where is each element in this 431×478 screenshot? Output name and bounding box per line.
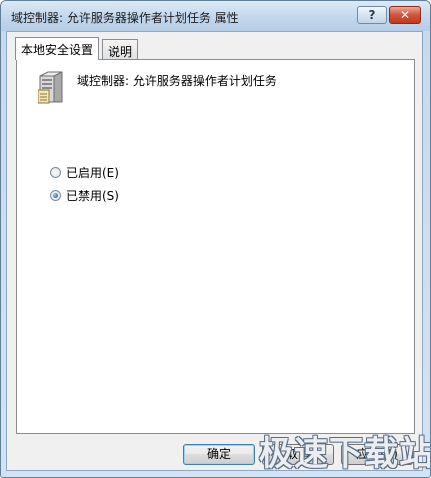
enabled-option[interactable]: 已启用(E): [50, 164, 119, 180]
tab-panel: 域控制器: 允许服务器操作者计划任务 已启用(E) 已禁用(S): [16, 59, 415, 434]
dialog-body: 本地安全设置 说明 域控制器: 允许服务器操作者计划任务 已启用(E) 已禁用(…: [6, 31, 423, 471]
enabled-label: 已启用(E): [66, 165, 119, 180]
disabled-option[interactable]: 已禁用(S): [50, 187, 119, 203]
title-bar[interactable]: 域控制器: 允许服务器操作者计划任务 属性 ? ✕: [1, 1, 430, 31]
ok-button[interactable]: 确定: [183, 444, 255, 465]
watermark-logo: 极速下载站: [259, 434, 431, 474]
properties-dialog: 域控制器: 允许服务器操作者计划任务 属性 ? ✕ 本地安全设置 说明 域控制器…: [0, 0, 431, 478]
window-title: 域控制器: 允许服务器操作者计划任务 属性: [11, 11, 239, 25]
enabled-radio[interactable]: [50, 166, 61, 178]
disabled-label: 已禁用(S): [66, 188, 119, 203]
server-policy-icon: [38, 71, 63, 104]
help-button[interactable]: ?: [357, 6, 387, 24]
disabled-radio[interactable]: [50, 189, 61, 201]
tab-local-security-setting[interactable]: 本地安全设置: [15, 37, 100, 60]
close-button[interactable]: ✕: [389, 6, 421, 24]
policy-name: 域控制器: 允许服务器操作者计划任务: [77, 74, 277, 88]
tab-explain[interactable]: 说明: [102, 39, 139, 59]
